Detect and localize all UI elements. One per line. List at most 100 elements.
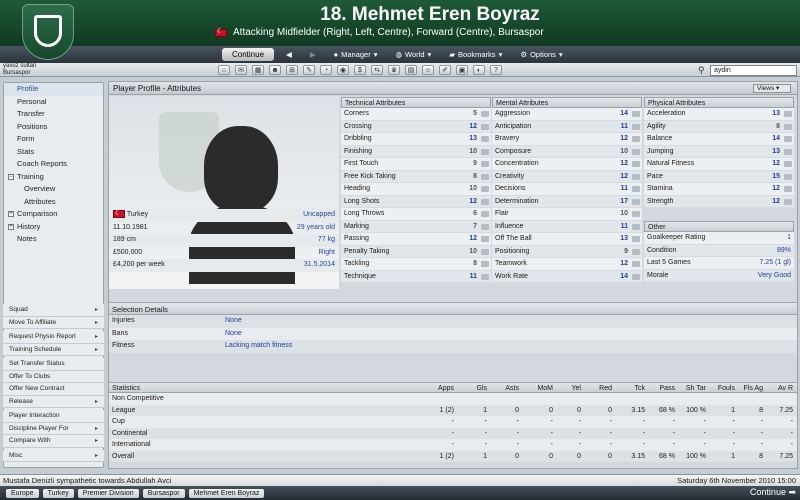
attribute-name: Stamina [647, 185, 673, 192]
sidebar-item-personal[interactable]: Personal [4, 96, 103, 109]
action-player-interaction[interactable]: Player Interaction [3, 410, 104, 423]
breadcrumb-item[interactable]: Bursaspor [142, 488, 185, 498]
news-ticker[interactable]: Mustafa Denizli sympathetic towards Abdu… [0, 474, 800, 486]
attribute-row: Goalkeeper Rating 1 [644, 232, 794, 245]
stat-cell: - [732, 429, 735, 437]
news-icon[interactable]: ▤ [405, 65, 417, 75]
help-icon[interactable]: ? [490, 65, 502, 75]
other-header: Other [644, 221, 794, 232]
stat-cell: - [703, 418, 706, 425]
stats-icon[interactable]: ◐ [473, 65, 485, 75]
squad-icon[interactable]: ☻ [269, 65, 281, 75]
action-release[interactable]: Release ▸ [3, 395, 104, 408]
attribute-value: 11 [620, 185, 628, 192]
expand-icon[interactable]: + [8, 211, 14, 217]
attribute-name: Crossing [344, 122, 372, 130]
calendar-icon[interactable]: ▦ [252, 65, 264, 75]
main-nav: Continue ◀ ▶ ● Manager ▾ ◍ World ▾ ▰ Bookmark… [0, 46, 800, 63]
attribute-name: Concentration [495, 160, 539, 167]
options-menu[interactable]: ⚙ Options ▾ [514, 48, 568, 61]
trend-icon [632, 186, 640, 192]
attribute-name: Free Kick Taking [344, 172, 396, 180]
home-icon[interactable]: ⌂ [218, 65, 230, 75]
manager-menu[interactable]: ● Manager ▾ [328, 48, 384, 61]
sidebar-item-transfer[interactable]: Transfer [4, 108, 103, 121]
attribute-row: Morale Very Good [644, 269, 794, 282]
tactics-icon[interactable]: ⊞ [286, 65, 298, 75]
trend-icon [632, 111, 640, 117]
sidebar-item-form[interactable]: Form [4, 133, 103, 146]
world-menu[interactable]: ◍ World ▾ [390, 48, 438, 61]
attribute-value: 1 [787, 234, 791, 241]
action-squad[interactable]: Squad ▸ [3, 304, 104, 317]
transfers-icon[interactable]: ⇆ [371, 65, 383, 75]
search-input[interactable]: aydin [710, 65, 797, 76]
action-discipline-player-for[interactable]: Discipline Player For ▸ [3, 422, 104, 435]
action-compare-with[interactable]: Compare With ▸ [3, 435, 104, 448]
turkey-flag-icon [113, 208, 125, 221]
inbox-icon[interactable]: ✉ [235, 65, 247, 75]
action-offer-new-contract[interactable]: Offer New Contract [3, 383, 104, 396]
board-icon[interactable]: ▣ [456, 65, 468, 75]
back-button[interactable]: ◀ [280, 48, 298, 61]
sidebar-item-profile[interactable]: Profile [4, 83, 103, 96]
stat-row: Non Competitive [109, 393, 797, 405]
footer-continue-button[interactable]: Continue ➡ [750, 487, 796, 498]
attribute-row: Balance 14 [644, 133, 794, 146]
breadcrumb-item[interactable]: Turkey [42, 488, 74, 498]
forward-button[interactable]: ▶ [304, 48, 322, 61]
attribute-value: 7 [473, 222, 477, 230]
action-request-physio-report[interactable]: Request Physio Report ▸ [3, 331, 104, 344]
sidebar-item-stats[interactable]: Stats [4, 146, 103, 159]
attribute-value: 14 [620, 272, 628, 280]
stat-cell: - [550, 429, 553, 437]
sidebar-item-comparison[interactable]: + Comparison [4, 208, 103, 221]
sidebar-item-coach-reports[interactable]: Coach Reports [4, 158, 103, 171]
sidebar-item-notes[interactable]: Notes [4, 233, 103, 246]
breadcrumb: Europe Turkey Premier Division Bursaspor… [0, 486, 800, 500]
finances-icon[interactable]: $ [354, 65, 366, 75]
views-dropdown[interactable]: Views ▾ [753, 84, 791, 93]
action-move-to-affiliate[interactable]: Move To Affiliate ▸ [3, 316, 104, 329]
attribute-value: 5 [473, 110, 477, 117]
training-icon[interactable]: ✎ [303, 65, 315, 75]
stat-cell: - [703, 429, 706, 437]
breadcrumb-item[interactable]: Mehmet Eren Boyraz [188, 488, 265, 498]
attribute-value: 12 [772, 160, 780, 167]
sidebar-item-training[interactable]: − Training [4, 171, 103, 184]
attribute-row: Agility 8 [644, 120, 794, 133]
staff-icon[interactable]: ☺ [422, 65, 434, 75]
sidebar-item-positions[interactable]: Positions [4, 121, 103, 134]
matches-icon[interactable]: ◔ [320, 65, 332, 75]
stat-cell: 8 [759, 452, 763, 460]
scouting-icon[interactable]: ◉ [337, 65, 349, 75]
attribute-row: Anticipation 11 [492, 120, 642, 133]
trend-icon [784, 173, 792, 180]
action-misc[interactable]: Misc ▸ [3, 449, 104, 462]
sidebar-item-history[interactable]: + History [4, 221, 103, 234]
competitions-icon[interactable]: ♛ [388, 65, 400, 75]
stat-cell: - [790, 429, 793, 437]
action-set-transfer-status[interactable]: Set Transfer Status [3, 358, 104, 371]
stat-cell: 1 [731, 452, 735, 460]
expand-icon[interactable]: + [8, 223, 14, 230]
action-training-schedule[interactable]: Training Schedule ▸ [3, 343, 104, 356]
breadcrumb-item[interactable]: Premier Division [77, 488, 139, 498]
attribute-name: Last 5 Games [647, 259, 691, 266]
attribute-value: 13 [772, 147, 780, 155]
sidebar-item-attributes[interactable]: Attributes [4, 196, 103, 209]
sidebar-item-overview[interactable]: Overview [4, 183, 103, 196]
action-offer-to-clubs[interactable]: Offer To Clubs [3, 370, 104, 383]
action-menu: Squad ▸ Move To Affiliate ▸ Request Physio… [3, 304, 104, 468]
attribute-row: Off The Ball 13 [492, 233, 642, 246]
bookmarks-menu[interactable]: ▰ Bookmarks ▾ [443, 48, 508, 61]
attribute-row: Creativity 12 [492, 170, 642, 183]
attribute-row: Finishing 10 [341, 145, 491, 158]
collapse-icon[interactable]: − [8, 173, 14, 180]
breadcrumb-item[interactable]: Europe [6, 488, 39, 498]
stat-cell: 68 % [659, 406, 675, 414]
trend-icon [481, 273, 489, 280]
attribute-value: 89% [776, 246, 791, 254]
continue-button[interactable]: Continue [222, 48, 275, 61]
notes-icon[interactable]: ✐ [439, 65, 451, 75]
